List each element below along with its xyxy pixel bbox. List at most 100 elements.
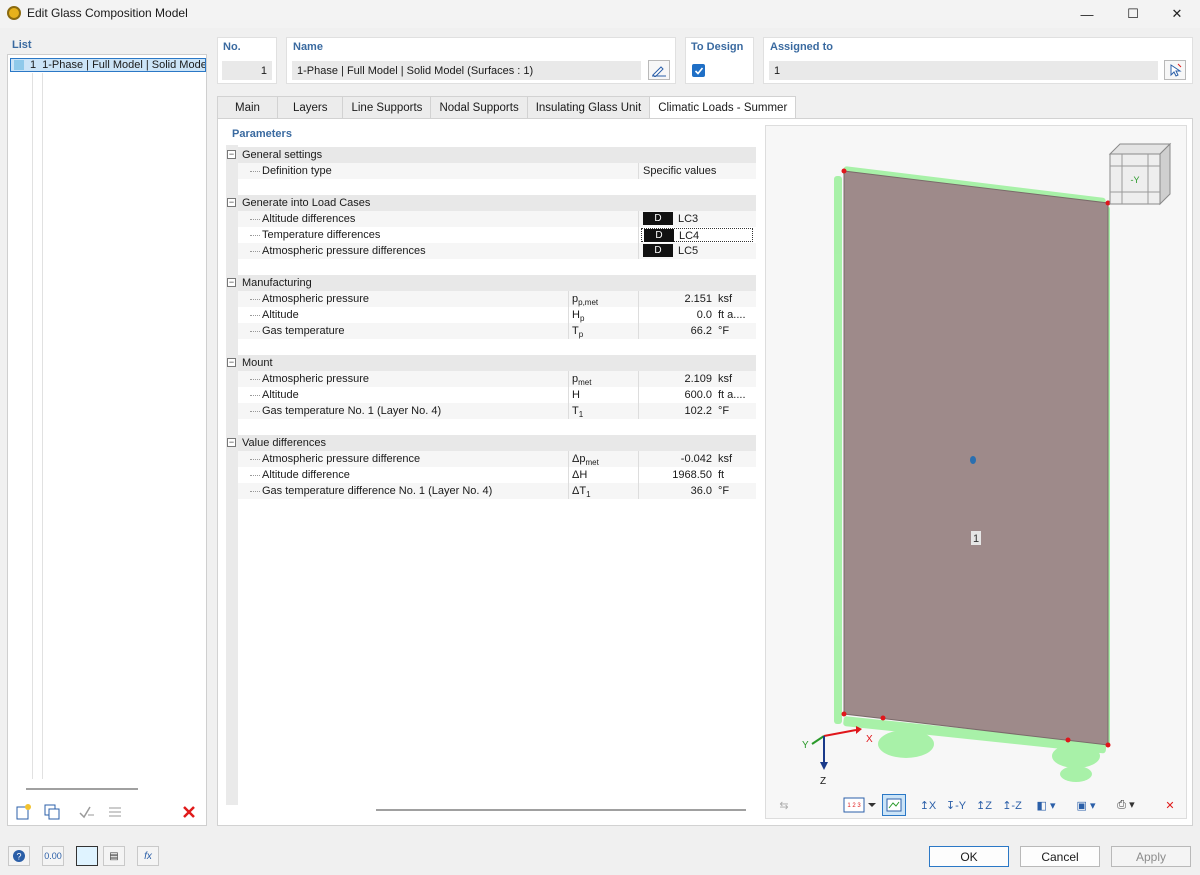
tab-climatic-loads-summer[interactable]: Climatic Loads - Summer — [649, 96, 796, 119]
collapse-icon[interactable]: − — [227, 358, 236, 367]
color-selector-icon[interactable] — [76, 846, 98, 866]
row-value[interactable]: 0.0 — [638, 309, 712, 321]
row-altitude-difference: Altitude difference ΔH 1968.50 ft — [238, 467, 756, 483]
section-generate-load-cases[interactable]: − Generate into Load Cases — [238, 195, 756, 211]
axis-z-label: Z — [820, 776, 826, 787]
row-symbol: Δpmet — [572, 453, 599, 467]
row-value[interactable]: 600.0 — [638, 389, 712, 401]
apply-button[interactable]: Apply — [1111, 846, 1191, 867]
section-title: Generate into Load Cases — [242, 197, 370, 209]
section-title: General settings — [242, 149, 322, 161]
tab-line-supports[interactable]: Line Supports — [342, 96, 431, 118]
section-general-settings[interactable]: − General settings — [238, 147, 756, 163]
row-manufacturing-gas-temperature[interactable]: Gas temperature Tp 66.2 °F — [238, 323, 756, 339]
row-altitude-differences[interactable]: Altitude differences D LC3 — [238, 211, 756, 227]
cancel-button[interactable]: Cancel — [1020, 846, 1100, 867]
section-manufacturing[interactable]: − Manufacturing — [238, 275, 756, 291]
list-panel[interactable]: 1 1-Phase | Full Model | Solid Model (Su… — [7, 54, 207, 826]
row-label: Altitude differences — [262, 213, 355, 225]
name-field[interactable]: 1-Phase | Full Model | Solid Model (Surf… — [292, 61, 641, 80]
collapse-icon[interactable]: − — [227, 150, 236, 159]
renumber-icon[interactable] — [104, 801, 126, 823]
row-symbol: Hp — [572, 309, 584, 323]
new-item-icon[interactable] — [13, 801, 35, 823]
parameters-scrollbar[interactable] — [376, 809, 746, 811]
info-icon[interactable]: ▤ — [103, 846, 125, 866]
row-symbol: ΔH — [572, 469, 587, 483]
row-mount-pressure[interactable]: Atmospheric pressure pmet 2.109 ksf — [238, 371, 756, 387]
tab-nodal-supports[interactable]: Nodal Supports — [430, 96, 527, 118]
view-minus-z-icon[interactable]: ↥-Z — [1000, 794, 1024, 816]
svg-text:?: ? — [16, 852, 21, 862]
row-mount-altitude[interactable]: Altitude H 600.0 ft a.... — [238, 387, 756, 403]
assigned-field[interactable]: 1 — [769, 61, 1158, 80]
tab-bar: Main Layers Line Supports Nodal Supports… — [217, 96, 795, 118]
reset-view-icon[interactable]: ✕ — [1158, 794, 1182, 816]
maximize-button[interactable]: ☐ — [1110, 0, 1156, 28]
view-sync-icon[interactable]: ⇆ — [772, 794, 796, 816]
tree-line — [42, 73, 43, 779]
row-definition-type[interactable]: Definition type Specific values — [238, 163, 756, 179]
load-case-selector[interactable]: D LC4 — [641, 228, 753, 242]
minimize-button[interactable]: — — [1064, 0, 1110, 28]
numbering-dropdown-icon[interactable]: 1 2 3 — [842, 794, 878, 816]
collapse-icon[interactable]: − — [227, 278, 236, 287]
select-objects-icon[interactable] — [1164, 60, 1186, 80]
axis-y-label: Y — [802, 740, 809, 751]
display-properties-icon[interactable] — [882, 794, 906, 816]
view-z-icon[interactable]: ↥Z — [972, 794, 996, 816]
row-value[interactable]: 2.109 — [638, 373, 712, 385]
list-item-text: 1-Phase | Full Model | Solid Model (Surf… — [42, 59, 206, 71]
list-scrollbar[interactable] — [26, 788, 138, 790]
ok-button[interactable]: OK — [929, 846, 1009, 867]
render-mode-dropdown-icon[interactable]: ▣ ▾ — [1068, 794, 1104, 816]
definition-type-value[interactable]: Specific values — [643, 165, 716, 177]
row-label: Altitude difference — [262, 469, 350, 481]
model-3d-view[interactable]: 1 -Y X Y Z ⇆ — [765, 125, 1187, 819]
section-value-differences[interactable]: − Value differences — [238, 435, 756, 451]
delete-icon[interactable] — [178, 801, 200, 823]
units-decimals-icon[interactable]: 0.00 — [42, 846, 64, 866]
load-case-selector[interactable]: D LC3 — [643, 212, 761, 226]
row-value[interactable]: 2.151 — [638, 293, 712, 305]
view-minus-y-icon[interactable]: ↧-Y — [944, 794, 968, 816]
list-item[interactable]: 1 1-Phase | Full Model | Solid Model (Su… — [10, 58, 206, 72]
no-box: No. 1 — [217, 37, 277, 84]
load-case-selector[interactable]: D LC5 — [643, 244, 761, 258]
help-icon[interactable]: ? — [8, 846, 30, 866]
row-value[interactable]: 66.2 — [638, 325, 712, 337]
check-items-icon[interactable] — [76, 801, 98, 823]
row-value[interactable]: 102.2 — [638, 405, 712, 417]
formula-icon[interactable]: fx — [137, 846, 159, 866]
edit-name-icon[interactable] — [648, 60, 670, 80]
parameters-grid: − General settings Definition type Speci… — [226, 145, 756, 805]
row-unit: °F — [718, 485, 756, 497]
to-design-checkbox[interactable] — [692, 64, 705, 77]
row-manufacturing-pressure[interactable]: Atmospheric pressure pp,met 2.151 ksf — [238, 291, 756, 307]
row-manufacturing-altitude[interactable]: Altitude Hp 0.0 ft a.... — [238, 307, 756, 323]
tab-layers[interactable]: Layers — [277, 96, 344, 118]
collapse-icon[interactable]: − — [227, 198, 236, 207]
name-box: Name 1-Phase | Full Model | Solid Model … — [286, 37, 676, 84]
row-symbol: H — [572, 389, 580, 403]
row-label: Gas temperature difference No. 1 (Layer … — [262, 485, 492, 497]
row-symbol: pp,met — [572, 293, 598, 307]
view-x-icon[interactable]: ↥X — [916, 794, 940, 816]
name-label: Name — [293, 41, 323, 53]
row-value: 1968.50 — [638, 469, 712, 481]
model-canvas[interactable]: 1 -Y X Y Z — [766, 126, 1187, 819]
row-mount-gas-temperature[interactable]: Gas temperature No. 1 (Layer No. 4) T1 1… — [238, 403, 756, 419]
row-atmospheric-pressure-differences[interactable]: Atmospheric pressure differences D LC5 — [238, 243, 756, 259]
no-field[interactable]: 1 — [222, 61, 272, 80]
collapse-icon[interactable]: − — [227, 438, 236, 447]
row-symbol: ΔT1 — [572, 485, 591, 499]
tab-main[interactable]: Main — [217, 96, 278, 118]
section-mount[interactable]: − Mount — [238, 355, 756, 371]
copy-item-icon[interactable] — [41, 801, 63, 823]
close-button[interactable]: ✕ — [1154, 0, 1200, 28]
section-title: Manufacturing — [242, 277, 312, 289]
tab-insulating-glass-unit[interactable]: Insulating Glass Unit — [527, 96, 650, 118]
iso-view-dropdown-icon[interactable]: ◧ ▾ — [1028, 794, 1064, 816]
row-temperature-differences[interactable]: Temperature differences D LC4 — [238, 227, 756, 243]
print-dropdown-icon[interactable]: ⎙ ▾ — [1108, 794, 1144, 816]
